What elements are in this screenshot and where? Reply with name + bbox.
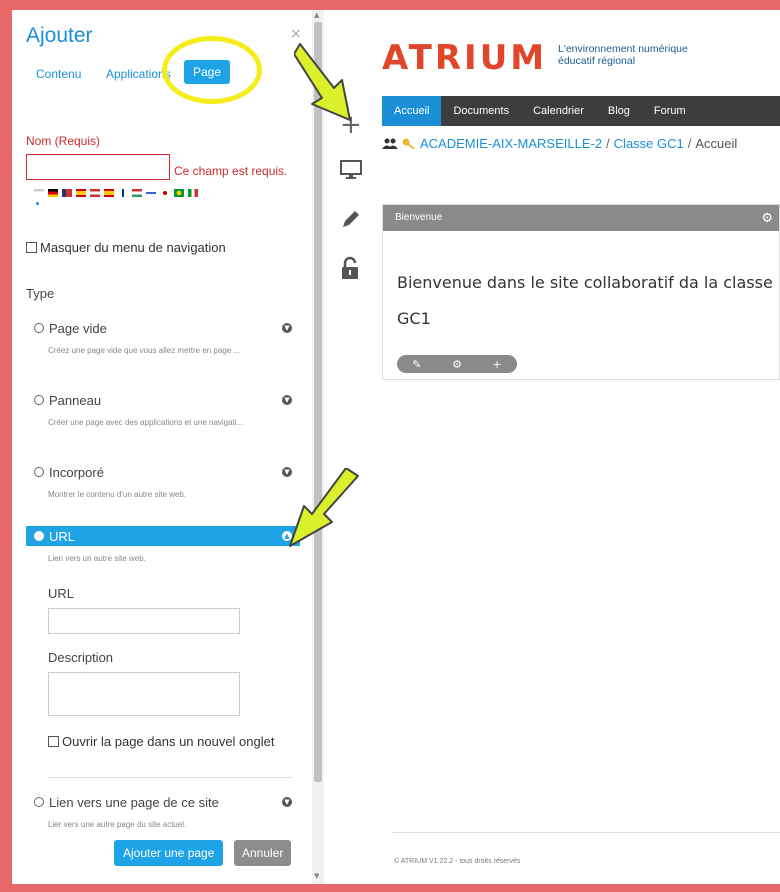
annotation-arrow-icon — [294, 43, 351, 121]
radio-button[interactable] — [34, 531, 44, 541]
widget-toolbar: ✎ ⚙ + — [397, 355, 517, 373]
name-input[interactable] — [26, 154, 170, 180]
flag-icon[interactable] — [34, 189, 44, 197]
new-tab-checkbox[interactable]: Ouvrir la page dans un nouvel onglet — [48, 734, 274, 749]
breadcrumb-current: Accueil — [695, 136, 738, 151]
chevron-down-icon[interactable]: ▼ — [282, 323, 292, 333]
cancel-button[interactable]: Annuler — [234, 840, 292, 866]
add-page-button[interactable]: Ajouter une page — [114, 840, 224, 866]
flag-icon[interactable] — [174, 189, 184, 197]
description-input[interactable] — [48, 672, 240, 716]
nav-calendrier[interactable]: Calendrier — [521, 96, 596, 126]
checkbox-box[interactable] — [48, 736, 59, 747]
radio-button[interactable] — [34, 395, 44, 405]
flag-icon[interactable] — [62, 189, 72, 197]
pencil-icon[interactable] — [340, 208, 362, 235]
users-icon — [382, 138, 398, 149]
key-icon — [402, 138, 415, 149]
option-label: URL — [49, 528, 76, 544]
option-description: Lien vers un autre site web. — [48, 554, 146, 563]
flag-icon[interactable] — [146, 189, 156, 197]
breadcrumb-separator: / — [606, 136, 610, 151]
tagline-line-2: éducatif régional — [558, 55, 636, 67]
name-error-message: Ce champ est requis. — [174, 164, 288, 178]
nav-forum[interactable]: Forum — [642, 96, 698, 126]
option-label: Page vide — [49, 320, 107, 336]
flag-icon[interactable] — [160, 189, 170, 197]
scroll-down-icon[interactable]: ▼ — [314, 872, 319, 880]
option-description: Créez une page vide que vous allez mettr… — [48, 346, 241, 355]
widget-title: Bienvenue — [395, 212, 443, 223]
unlock-icon[interactable] — [340, 256, 360, 285]
footer-divider — [392, 832, 780, 833]
scroll-up-icon[interactable]: ▲ — [314, 11, 319, 19]
hide-nav-checkbox[interactable]: Masquer du menu de navigation — [26, 240, 226, 255]
tab-contenu[interactable]: Contenu — [36, 67, 81, 81]
nav-accueil[interactable]: Accueil — [382, 96, 442, 126]
welcome-text: Bienvenue dans le site collaboratif da l… — [397, 273, 773, 328]
highlight-circle-annotation — [162, 36, 262, 104]
nav-blog[interactable]: Blog — [596, 96, 642, 126]
flag-icon[interactable] — [188, 189, 198, 197]
nav-documents[interactable]: Documents — [441, 96, 521, 126]
option-description: Créer une page avec des applications et … — [48, 418, 244, 427]
flag-icon[interactable] — [104, 189, 114, 197]
main-nav: Accueil Documents Calendrier Blog Forum — [382, 96, 780, 126]
breadcrumb-root[interactable]: ACADEMIE-AIX-MARSEILLE-2 — [420, 136, 602, 151]
radio-button[interactable] — [34, 467, 44, 477]
gear-icon[interactable]: ⚙ — [452, 358, 462, 371]
breadcrumb: ACADEMIE-AIX-MARSEILLE-2 / Classe GC1 / … — [382, 136, 737, 151]
type-label: Type — [26, 286, 55, 301]
option-incorpore[interactable]: Incorporé ▼ Montrer le contenu d'un autr… — [26, 462, 300, 499]
checkbox-box[interactable] — [26, 242, 37, 253]
option-panneau[interactable]: Panneau ▼ Créer une page avec des applic… — [26, 390, 300, 427]
add-panel: Ajouter × Contenu Applications Page Nom … — [12, 10, 312, 884]
option-label: Incorporé — [49, 464, 104, 480]
radio-button[interactable] — [34, 797, 44, 807]
breadcrumb-middle[interactable]: Classe GC1 — [614, 136, 684, 151]
panel-scrollbar[interactable]: ▲ ▼ — [312, 10, 324, 884]
language-flags — [34, 189, 198, 197]
radio-button[interactable] — [34, 323, 44, 333]
hide-nav-label: Masquer du menu de navigation — [40, 240, 226, 255]
option-label: Panneau — [49, 392, 102, 408]
flag-icon[interactable] — [90, 189, 100, 197]
chevron-down-icon[interactable]: ▼ — [282, 797, 292, 807]
language-indicator — [36, 202, 39, 205]
gear-icon[interactable]: ⚙ — [761, 205, 773, 231]
option-url[interactable]: URL ▲ Lien vers un autre site web. — [26, 526, 300, 563]
tab-applications[interactable]: Applications — [106, 67, 171, 81]
pencil-icon[interactable]: ✎ — [412, 358, 421, 371]
tagline-line-1: L'environnement numérique — [558, 43, 688, 55]
option-page-vide[interactable]: Page vide ▼ Créez une page vide que vous… — [26, 318, 300, 355]
welcome-widget: Bienvenue ⚙ Bienvenue dans le site colla… — [382, 204, 780, 380]
monitor-icon[interactable] — [340, 160, 362, 185]
annotation-arrow-icon — [289, 468, 359, 547]
add-icon[interactable]: + — [493, 358, 502, 371]
screenshot-frame: Ajouter × Contenu Applications Page Nom … — [12, 10, 780, 884]
flag-icon[interactable] — [76, 189, 86, 197]
new-tab-label: Ouvrir la page dans un nouvel onglet — [62, 734, 275, 749]
url-label: URL — [48, 586, 75, 601]
option-label: Lien vers une page de ce site — [49, 794, 219, 810]
name-label: Nom (Requis) — [26, 134, 101, 148]
flag-icon[interactable] — [118, 189, 128, 197]
breadcrumb-separator: / — [687, 136, 692, 151]
flag-icon[interactable] — [48, 189, 58, 197]
url-input[interactable] — [48, 608, 240, 634]
footer-text: © ATRIUM V1.22.2 - tous droits réservés — [394, 858, 521, 865]
scroll-thumb[interactable] — [314, 22, 322, 782]
chevron-down-icon[interactable]: ▼ — [282, 395, 292, 405]
option-description: Lier vers une autre page du site actuel. — [48, 820, 187, 829]
option-site-page-link[interactable]: Lien vers une page de ce site ▼ Lier ver… — [26, 792, 300, 829]
widget-header: Bienvenue ⚙ — [383, 205, 779, 231]
atrium-logo[interactable]: ATRIUM — [382, 38, 547, 78]
option-description: Montrer le contenu d'un autre site web. — [48, 490, 187, 499]
description-label: Description — [48, 650, 114, 665]
divider — [48, 777, 292, 778]
panel-title: Ajouter — [26, 24, 93, 47]
flag-icon[interactable] — [132, 189, 142, 197]
tagline: L'environnement numérique éducatif régio… — [558, 43, 688, 67]
